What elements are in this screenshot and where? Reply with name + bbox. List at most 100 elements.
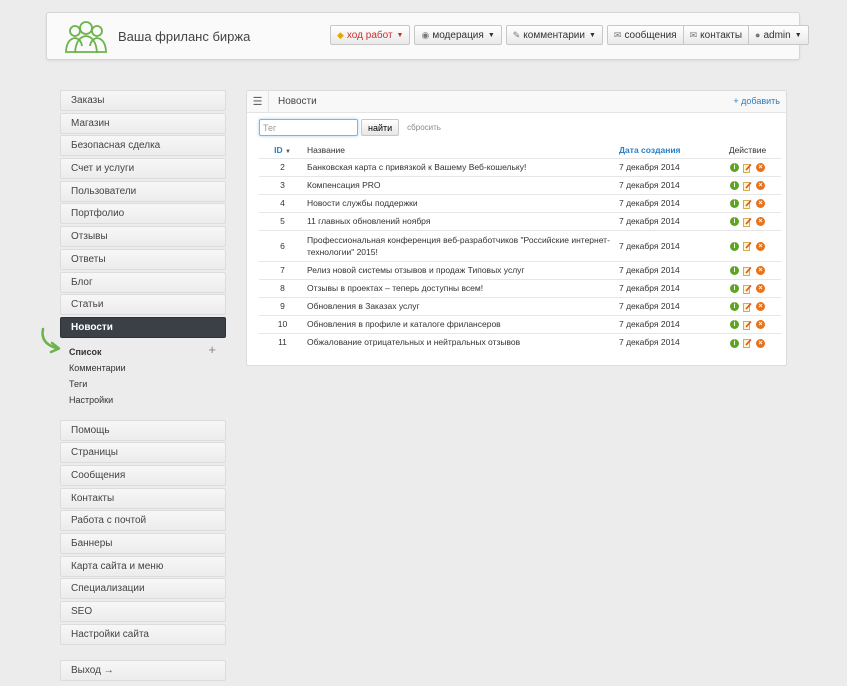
info-icon[interactable]: i — [730, 181, 739, 191]
add-news-plus-icon[interactable]: + — [208, 342, 216, 357]
delete-icon[interactable]: × — [756, 181, 765, 191]
info-icon[interactable]: i — [730, 302, 739, 312]
admin-menu-button[interactable]: ● admin ▼ — [749, 25, 809, 45]
row-title[interactable]: Релиз новой системы отзывов и продаж Тип… — [306, 260, 619, 279]
edit-icon[interactable] — [743, 302, 752, 312]
row-title[interactable]: Профессиональная конференция веб-разрабо… — [306, 229, 619, 261]
sidebar-item-reviews[interactable]: Отзывы — [60, 226, 226, 248]
sidebar-item-orders[interactable]: Заказы — [60, 90, 226, 111]
edit-icon[interactable] — [743, 163, 752, 173]
sidebar-item-answers[interactable]: Ответы — [60, 248, 226, 270]
table-row: 5 11 главных обновлений ноября 7 декабря 2… — [259, 211, 781, 230]
row-title[interactable]: Обновления в профиле и каталоге фрилансе… — [306, 314, 619, 333]
comments-menu-label: комментарии — [523, 29, 585, 41]
sidebar-item-mail[interactable]: Работа с почтой — [60, 510, 226, 532]
row-title[interactable]: 11 главных обновлений ноября — [306, 211, 619, 230]
reset-link[interactable]: сбросить — [407, 123, 441, 132]
panel-title: Новости — [278, 96, 317, 107]
edit-icon[interactable] — [743, 266, 752, 276]
edit-icon[interactable] — [743, 181, 752, 191]
row-title[interactable]: Обжалование отрицательных и нейтральных … — [306, 332, 619, 351]
sidebar-item-billing[interactable]: Счет и услуги — [60, 158, 226, 180]
column-header-date[interactable]: Дата создания — [619, 143, 714, 158]
progress-menu-button[interactable]: ◆ ход работ ▼ — [330, 25, 411, 45]
edit-icon[interactable] — [743, 320, 752, 330]
moderation-menu-button[interactable]: ◉ модерация ▼ — [414, 25, 502, 45]
sidebar-item-sitemap[interactable]: Карта сайта и меню — [60, 555, 226, 577]
eye-icon: ◉ — [421, 29, 430, 40]
submenu-item-comments[interactable]: Комментарии — [69, 360, 226, 376]
delete-icon[interactable]: × — [756, 241, 765, 251]
logo-icon[interactable] — [63, 19, 109, 55]
delete-icon[interactable]: × — [756, 284, 765, 294]
submenu-item-settings[interactable]: Настройки — [69, 392, 226, 408]
delete-icon[interactable]: × — [756, 320, 765, 330]
sidebar-item-pages[interactable]: Страницы — [60, 442, 226, 464]
column-header-action: Действие — [728, 145, 767, 156]
row-id: 9 — [259, 296, 306, 315]
info-icon[interactable]: i — [730, 338, 739, 348]
sidebar-item-blog[interactable]: Блог — [60, 271, 226, 293]
edit-icon[interactable] — [743, 241, 752, 252]
messages-button[interactable]: ✉ сообщения — [606, 25, 684, 45]
row-title[interactable]: Новости службы поддержки — [306, 193, 619, 212]
envelope-icon: ✉ — [613, 29, 622, 40]
site-title[interactable]: Ваша фриланс биржа — [118, 29, 250, 44]
info-icon[interactable]: i — [730, 241, 739, 251]
sidebar-item-safe-deal[interactable]: Безопасная сделка — [60, 135, 226, 157]
row-id: 7 — [259, 260, 306, 279]
sidebar-item-help[interactable]: Помощь — [60, 419, 226, 441]
add-news-link[interactable]: + добавить — [733, 96, 780, 106]
submenu-item-list[interactable]: Список — [69, 344, 226, 360]
sidebar-item-site-settings[interactable]: Настройки сайта — [60, 623, 226, 645]
column-header-id[interactable]: ID ▼ — [259, 143, 306, 158]
sidebar-item-news[interactable]: Новости — [60, 316, 226, 338]
row-actions: i × — [714, 157, 781, 176]
row-date: 7 декабря 2014 — [619, 157, 714, 176]
edit-icon[interactable] — [743, 199, 752, 209]
info-icon[interactable]: i — [730, 217, 739, 227]
row-title[interactable]: Обновления в Заказах услуг — [306, 296, 619, 315]
edit-icon[interactable] — [743, 284, 752, 294]
delete-icon[interactable]: × — [756, 163, 765, 173]
logout-button[interactable]: Выход → — [60, 660, 226, 682]
menu-icon[interactable]: ☰ — [247, 90, 269, 113]
row-id: 6 — [259, 229, 306, 261]
sidebar-item-specializations[interactable]: Специализации — [60, 578, 226, 600]
caret-down-icon: ▼ — [396, 31, 404, 39]
info-icon[interactable]: i — [730, 320, 739, 330]
info-icon[interactable]: i — [730, 163, 739, 173]
row-date: 7 декабря 2014 — [619, 314, 714, 333]
delete-icon[interactable]: × — [756, 302, 765, 312]
submenu-item-tags[interactable]: Теги — [69, 376, 226, 392]
top-nav: ◆ ход работ ▼ ◉ модерация ▼ ✎ комментари… — [330, 25, 813, 45]
delete-icon[interactable]: × — [756, 217, 765, 227]
find-button[interactable]: найти — [361, 119, 400, 136]
row-id: 8 — [259, 278, 306, 297]
row-title[interactable]: Отзывы в проектах – теперь доступны всем… — [306, 278, 619, 297]
sidebar-item-articles[interactable]: Статьи — [60, 294, 226, 316]
info-icon[interactable]: i — [730, 199, 739, 209]
row-title[interactable]: Компенсация PRO — [306, 175, 619, 194]
sidebar-item-portfolio[interactable]: Портфолио — [60, 203, 226, 225]
info-icon[interactable]: i — [730, 266, 739, 276]
news-panel: ☰ Новости + добавить найти сбросить ID ▼… — [246, 90, 787, 366]
delete-icon[interactable]: × — [756, 266, 765, 276]
sidebar-item-users[interactable]: Пользователи — [60, 180, 226, 202]
contacts-button[interactable]: ✉ контакты — [683, 25, 750, 45]
comments-menu-button[interactable]: ✎ комментарии ▼ — [505, 25, 603, 45]
delete-icon[interactable]: × — [756, 338, 765, 348]
edit-icon[interactable] — [743, 217, 752, 227]
row-date: 7 декабря 2014 — [619, 211, 714, 230]
row-title[interactable]: Банковская карта с привязкой к Вашему Ве… — [306, 157, 619, 176]
info-icon[interactable]: i — [730, 284, 739, 294]
delete-icon[interactable]: × — [756, 199, 765, 209]
sidebar-item-shop[interactable]: Магазин — [60, 112, 226, 134]
sidebar-item-messages[interactable]: Сообщения — [60, 464, 226, 486]
edit-icon[interactable] — [743, 338, 752, 348]
sidebar-item-contacts[interactable]: Контакты — [60, 487, 226, 509]
tag-filter-input[interactable] — [259, 119, 358, 136]
sidebar-item-banners[interactable]: Баннеры — [60, 533, 226, 554]
table-row: 9 Обновления в Заказах услуг 7 декабря 201… — [259, 296, 781, 315]
sidebar-item-seo[interactable]: SEO — [60, 601, 226, 623]
